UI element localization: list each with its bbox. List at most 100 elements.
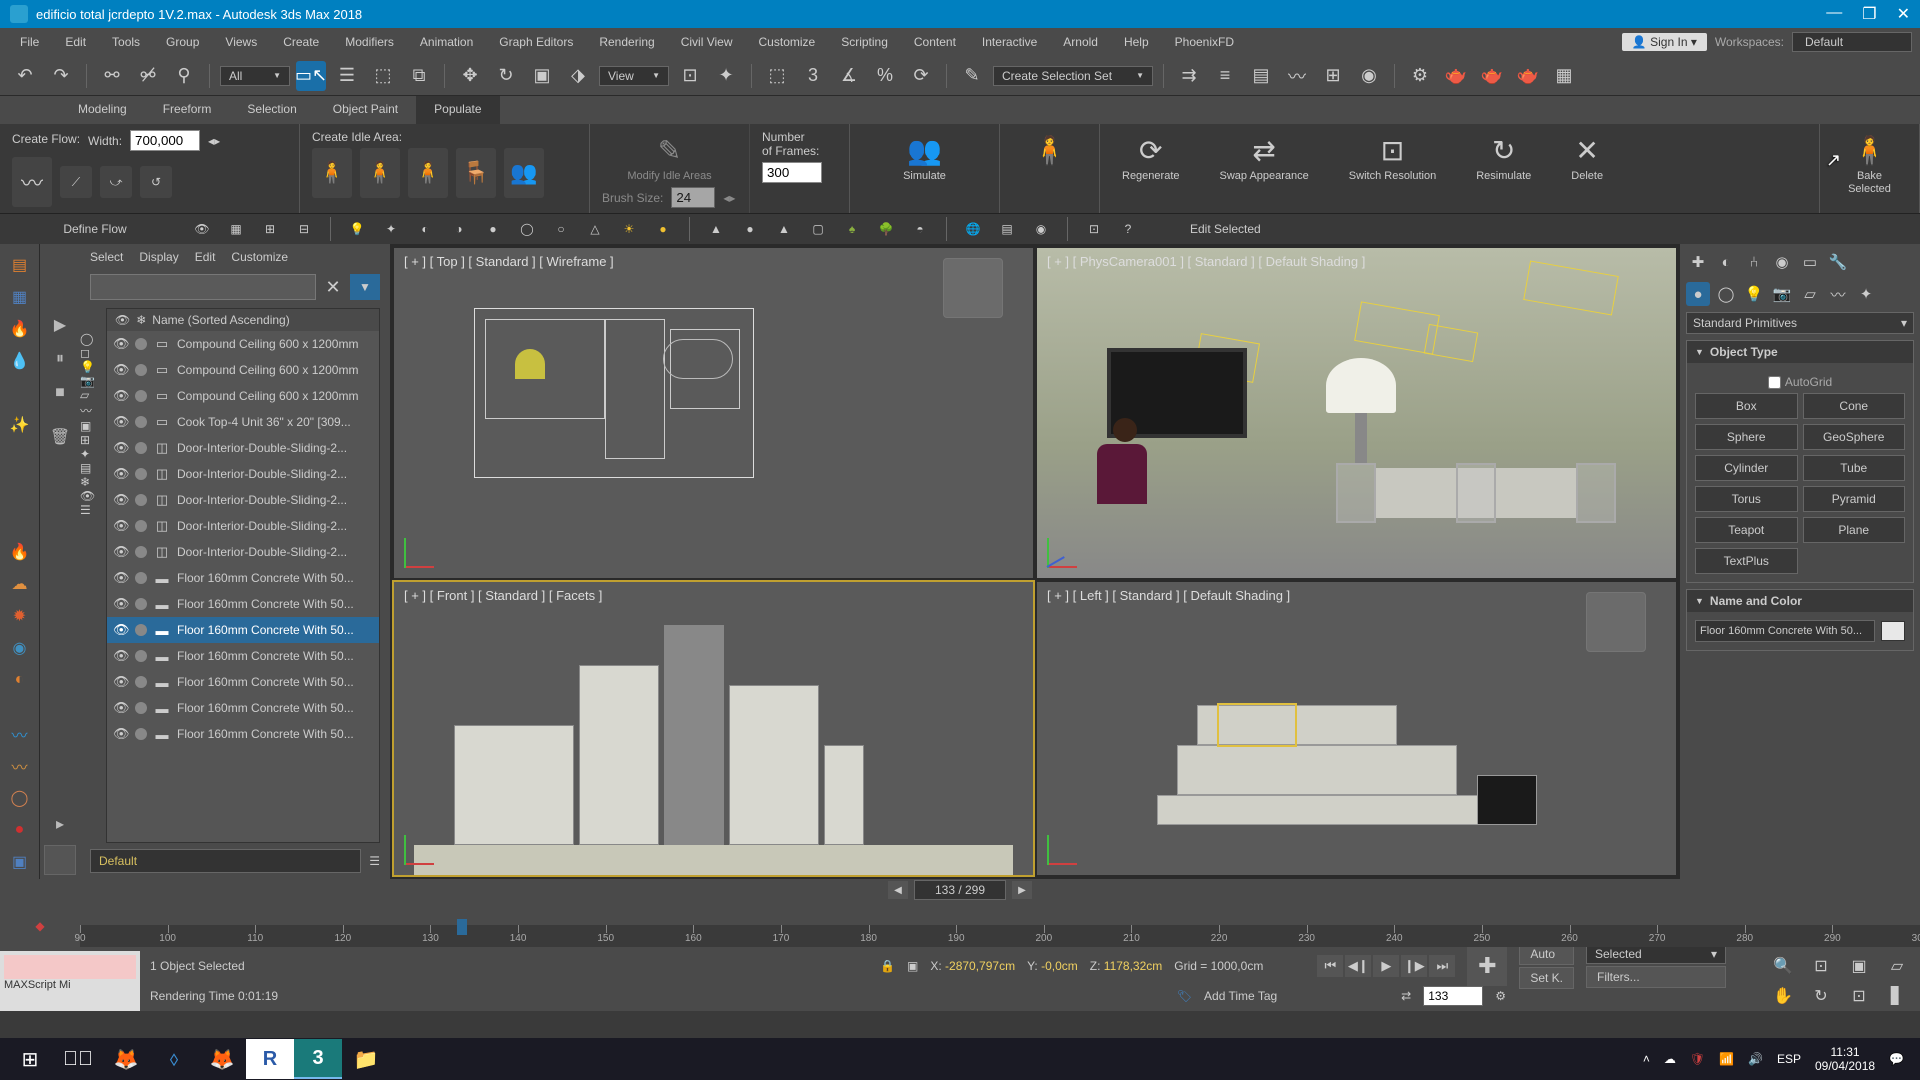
objecttype-rollout-header[interactable]: ▼Object Type [1687, 341, 1913, 363]
omni-light-icon[interactable]: ✦ [379, 217, 403, 241]
autogrid-checkbox[interactable] [1768, 376, 1781, 389]
manipulate-button[interactable]: ✦ [711, 61, 741, 91]
delete-button[interactable]: ✕Delete [1561, 130, 1613, 207]
sun-icon[interactable]: ☀ [617, 217, 641, 241]
namecolor-rollout-header[interactable]: ▼Name and Color [1687, 590, 1913, 612]
isolate-icon[interactable]: ▣ [907, 959, 918, 973]
filter-geometry-icon[interactable]: ◯ [80, 332, 106, 346]
idle-seated-icon[interactable]: 🪑 [456, 148, 496, 198]
current-frame-input[interactable] [1423, 986, 1483, 1006]
pause-icon[interactable]: ⏸ [47, 346, 73, 372]
dock-grid-icon[interactable]: ▦ [5, 282, 35, 312]
scene-search-input[interactable] [90, 274, 316, 300]
geometry-cat-icon[interactable]: ● [1686, 282, 1710, 306]
help-icon[interactable]: ? [1116, 217, 1140, 241]
spinner-snap-button[interactable]: ⟳ [906, 61, 936, 91]
zoom-extents-icon[interactable]: ▣ [1846, 953, 1872, 979]
scene-list-item[interactable]: 👁◫Door-Interior-Double-Sliding-2... [107, 487, 379, 513]
ribbon-tab-freeform[interactable]: Freeform [145, 96, 230, 124]
viewport-left[interactable]: [ + ] [ Left ] [ Standard ] [ Default Sh… [1037, 582, 1676, 875]
primitive-tube-button[interactable]: Tube [1803, 455, 1906, 481]
viewport-camera[interactable]: [ + ] [ PhysCamera001 ] [ Standard ] [ D… [1037, 248, 1676, 578]
viewport-front-label[interactable]: [ + ] [ Front ] [ Standard ] [ Facets ] [404, 588, 602, 603]
idle-person-2[interactable]: 🧍 [360, 148, 400, 198]
tray-wifi-icon[interactable]: 📶 [1719, 1052, 1734, 1066]
utilities-tab-icon[interactable]: 🔧 [1826, 250, 1850, 274]
scale-button[interactable]: ▣ [527, 61, 557, 91]
primitive-sphere-button[interactable]: Sphere [1695, 424, 1798, 450]
area-light-icon[interactable]: ● [481, 217, 505, 241]
scene-list-item[interactable]: 👁◫Door-Interior-Double-Sliding-2... [107, 461, 379, 487]
primitives-dropdown[interactable]: Standard Primitives▾ [1686, 312, 1914, 334]
dock-ocean-icon[interactable]: 〰 [5, 719, 35, 749]
direct-light-icon[interactable]: ◑ [447, 217, 471, 241]
orbit-icon[interactable]: ↻ [1808, 983, 1834, 1009]
goto-start-button[interactable]: ⏮ [1317, 955, 1343, 977]
cone-icon[interactable]: △ [583, 217, 607, 241]
render-prod-button[interactable]: 🫖 [1513, 61, 1543, 91]
lock-icon[interactable]: 🔒 [880, 959, 895, 973]
box-icon[interactable]: ▢ [806, 217, 830, 241]
filter-spacewarps-icon[interactable]: 〰 [80, 402, 106, 419]
stop-icon[interactable]: ■ [47, 380, 73, 406]
sphere-icon[interactable]: ● [738, 217, 762, 241]
rock-icon[interactable]: ◓ [908, 217, 932, 241]
modify-idle-button[interactable]: ✎Modify Idle Areas [602, 130, 737, 187]
ribbon-tab-selection[interactable]: Selection [229, 96, 314, 124]
grid-small-icon[interactable]: ▦ [224, 217, 248, 241]
swap-appearance-button[interactable]: ⇄Swap Appearance [1210, 130, 1319, 207]
dock-explode-icon[interactable]: ✹ [5, 601, 35, 631]
percent-snap-button[interactable]: % [870, 61, 900, 91]
schematic-button[interactable]: ⊞ [1318, 61, 1348, 91]
sun2-icon[interactable]: ● [651, 217, 675, 241]
tray-onedrive-icon[interactable]: ☁ [1664, 1052, 1676, 1066]
ribbon-tab-populate[interactable]: Populate [416, 96, 499, 124]
switch-resolution-button[interactable]: ⊡Switch Resolution [1339, 130, 1446, 207]
thumb-icon[interactable] [44, 845, 76, 875]
filter-containers-icon[interactable]: ▤ [80, 461, 106, 475]
scene-list-item[interactable]: 👁▬Floor 160mm Concrete With 50... [107, 643, 379, 669]
ribbon-tab-objectpaint[interactable]: Object Paint [315, 96, 416, 124]
primitive-pyramid-button[interactable]: Pyramid [1803, 486, 1906, 512]
expand-icon[interactable]: ▸ [47, 811, 73, 837]
refcoord-dropdown[interactable]: View▼ [599, 66, 669, 86]
play-button[interactable]: ▶ [1373, 955, 1399, 977]
menu-interactive[interactable]: Interactive [970, 31, 1049, 53]
dock-liquid-icon[interactable]: ◉ [5, 633, 35, 663]
mirror-button[interactable]: ⇉ [1174, 61, 1204, 91]
pivot-button[interactable]: ⊡ [675, 61, 705, 91]
scene-list-item[interactable]: 👁▬Floor 160mm Concrete With 50... [107, 565, 379, 591]
menu-scripting[interactable]: Scripting [829, 31, 900, 53]
vs-icon[interactable]: ⬨ [150, 1039, 198, 1079]
dock-foam-icon[interactable]: ◐ [5, 665, 35, 695]
pyramid-icon[interactable]: ▲ [772, 217, 796, 241]
primitive-geosphere-button[interactable]: GeoSphere [1803, 424, 1906, 450]
idle-group-icon[interactable]: 👥 [504, 148, 544, 198]
tray-clock[interactable]: 11:31 09/04/2018 [1815, 1045, 1875, 1074]
frames-input[interactable] [762, 162, 822, 183]
3dsmax-task-icon[interactable]: 3 [294, 1039, 342, 1079]
tray-lang[interactable]: ESP [1777, 1052, 1801, 1066]
motion-tab-icon[interactable]: ◉ [1770, 250, 1794, 274]
menu-civilview[interactable]: Civil View [669, 31, 745, 53]
frame-display[interactable]: 133 / 299 [914, 880, 1006, 900]
menu-animation[interactable]: Animation [408, 31, 485, 53]
view-icon[interactable]: 👁 [190, 217, 214, 241]
primitive-teapot-button[interactable]: Teapot [1695, 517, 1798, 543]
primitive-plane-button[interactable]: Plane [1803, 517, 1906, 543]
select-name-button[interactable]: ☰ [332, 61, 362, 91]
keyfilter-dropdown[interactable]: Selected▾ [1586, 944, 1726, 964]
dock-smoke-icon[interactable]: ☁ [5, 569, 35, 599]
layers-icon[interactable]: ▤ [995, 217, 1019, 241]
angle-snap-button[interactable]: ∡ [834, 61, 864, 91]
window-crossing-button[interactable]: ⧉ [404, 61, 434, 91]
menu-modifiers[interactable]: Modifiers [333, 31, 406, 53]
simulate-button[interactable]: 👥Simulate [862, 130, 987, 187]
scene-search-clear[interactable]: ✕ [320, 274, 346, 300]
set-key-button[interactable]: ✚ [1467, 946, 1507, 986]
menu-rendering[interactable]: Rendering [587, 31, 666, 53]
curve-editor-button[interactable]: 〰 [1282, 61, 1312, 91]
select-region-button[interactable]: ⬚ [368, 61, 398, 91]
primitive-cone-button[interactable]: Cone [1803, 393, 1906, 419]
time-tag-icon[interactable]: 🏷 [1177, 989, 1192, 1003]
